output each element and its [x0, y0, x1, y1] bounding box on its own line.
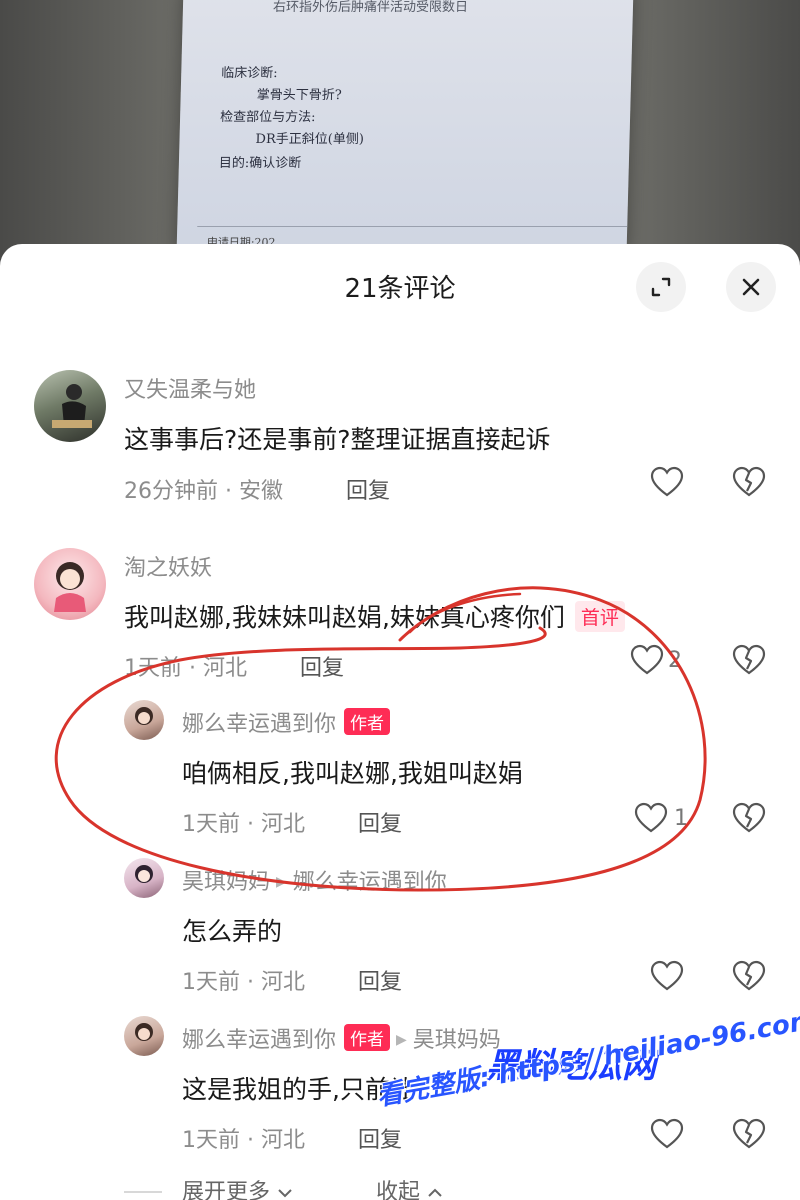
dislike-button[interactable] [732, 802, 766, 838]
avatar-figure [54, 562, 86, 612]
comment-meta: 26分钟前 · 安徽 [124, 479, 283, 504]
chevron-up-icon [428, 1188, 442, 1197]
expand-button[interactable] [636, 262, 686, 312]
avatar[interactable] [124, 700, 164, 740]
comment-text: 怎么弄的 [182, 917, 283, 946]
author-tag: 作者 [344, 708, 391, 735]
avatar-figure [135, 1023, 153, 1041]
broken-heart-icon [732, 466, 766, 497]
doc-divider [197, 226, 628, 227]
avatar-figure [135, 707, 153, 725]
collapse-label: 收起 [376, 1180, 421, 1200]
avatar[interactable] [34, 548, 106, 620]
comment-username[interactable]: 又失温柔与她 [124, 372, 256, 404]
collapse-button[interactable]: 收起 [376, 1174, 443, 1200]
reply-button[interactable]: 回复 [300, 650, 344, 682]
doc-line: 临床诊断: [221, 66, 278, 81]
close-button[interactable] [726, 262, 776, 312]
comment-meta: 1天前 · 河北 [182, 970, 305, 995]
reply-arrow-icon: ▶ [276, 874, 287, 890]
avatar-figure [52, 384, 92, 428]
comment-username[interactable]: 淘之妖妖 [124, 550, 212, 582]
avatar-figure [135, 865, 153, 883]
comment-meta: 1天前 · 河北 [124, 656, 247, 681]
reply-button[interactable]: 回复 [358, 1122, 402, 1154]
expand-more-button[interactable]: 展开更多 [182, 1174, 293, 1200]
like-button[interactable] [650, 1118, 684, 1150]
expand-icon [651, 277, 671, 297]
doc-top-line: 右环指外伤后肿痛伴活动受限数日 [272, 0, 469, 15]
like-button[interactable]: 1 [634, 802, 688, 834]
avatar[interactable] [124, 1016, 164, 1056]
reply-button[interactable]: 回复 [358, 806, 402, 838]
comment-text: 我叫赵娜,我妹妹叫赵娟,妹妹真心疼你们 首评 [124, 598, 625, 634]
dislike-button[interactable] [732, 960, 766, 996]
comment-meta: 1天前 · 河北 [182, 812, 305, 837]
heart-icon [630, 644, 664, 675]
like-count: 2 [668, 647, 682, 673]
reply-button[interactable]: 回复 [346, 473, 390, 505]
doc-line: 目的:确认诊断 [218, 156, 302, 171]
close-icon [742, 278, 760, 296]
broken-heart-icon [732, 802, 766, 833]
avatar[interactable] [34, 370, 106, 442]
comment-meta: 1天前 · 河北 [182, 1128, 305, 1153]
broken-heart-icon [732, 644, 766, 675]
medical-document: 右环指外伤后肿痛伴活动受限数日 临床诊断: 掌骨头下骨折? 检查部位与方法: D… [176, 0, 634, 252]
broken-heart-icon [732, 1118, 766, 1149]
comment-username[interactable]: 昊琪妈妈 [182, 870, 270, 895]
comment-username-row: 娜么幸运遇到你 作者 [182, 706, 391, 738]
footer-divider [124, 1191, 162, 1193]
reply-target[interactable]: 娜么幸运遇到你 [293, 870, 447, 895]
heart-icon [634, 802, 668, 833]
like-button[interactable] [650, 466, 684, 498]
broken-heart-icon [732, 960, 766, 991]
chevron-down-icon [278, 1189, 292, 1198]
heart-icon [650, 1118, 684, 1149]
author-tag: 作者 [344, 1024, 391, 1051]
like-button[interactable] [650, 960, 684, 992]
comment-username-row: 娜么幸运遇到你 作者 ▶ 昊琪妈妈 [182, 1022, 501, 1054]
comment-text-content: 我叫赵娜,我妹妹叫赵娟,妹妹真心疼你们 [124, 603, 565, 632]
like-count: 1 [674, 805, 688, 831]
doc-line: DR手正斜位(单侧) [255, 132, 365, 147]
comment-username[interactable]: 娜么幸运遇到你 [182, 1028, 336, 1053]
background-photo: 右环指外伤后肿痛伴活动受限数日 临床诊断: 掌骨头下骨折? 检查部位与方法: D… [0, 0, 800, 260]
heart-icon [650, 466, 684, 497]
reply-arrow-icon: ▶ [396, 1032, 407, 1048]
doc-line: 检查部位与方法: [219, 110, 316, 125]
comment-username-row: 昊琪妈妈 ▶ 娜么幸运遇到你 [182, 864, 447, 896]
first-comment-badge: 首评 [574, 601, 625, 632]
reply-button[interactable]: 回复 [358, 964, 402, 996]
comment-text: 这事事后?还是事前?整理证据直接起诉 [124, 425, 551, 454]
heart-icon [650, 960, 684, 991]
comment-text: 咱俩相反,我叫赵娜,我姐叫赵娟 [182, 759, 523, 788]
avatar[interactable] [124, 858, 164, 898]
dislike-button[interactable] [732, 644, 766, 680]
dislike-button[interactable] [732, 466, 766, 502]
doc-line: 掌骨头下骨折? [256, 88, 342, 103]
comment-username[interactable]: 娜么幸运遇到你 [182, 712, 336, 737]
expand-more-label: 展开更多 [182, 1180, 271, 1200]
dislike-button[interactable] [732, 1118, 766, 1154]
like-button[interactable]: 2 [630, 644, 682, 676]
